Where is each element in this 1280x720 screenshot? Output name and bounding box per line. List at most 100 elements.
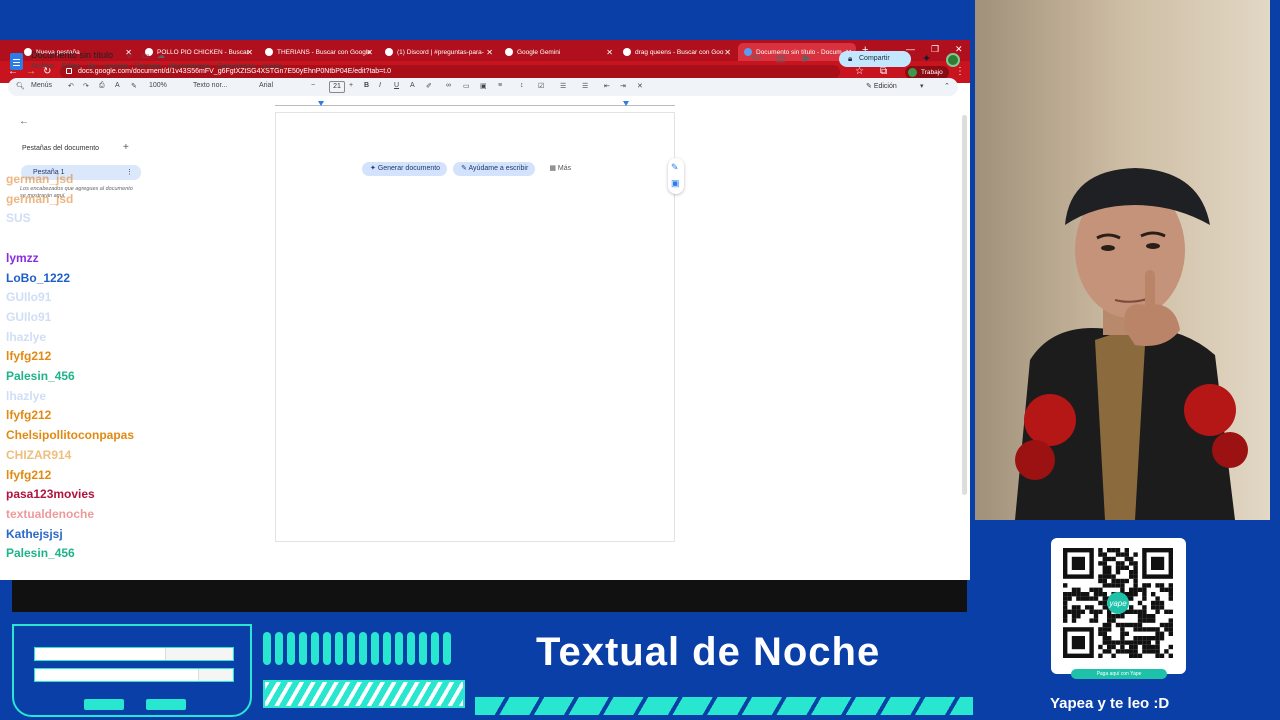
close-outline-icon[interactable]: ← <box>19 116 29 127</box>
increase-font-icon[interactable]: + <box>349 82 353 89</box>
chat-message: GUIlo91 <box>6 308 224 326</box>
grid-icon: ▦ <box>549 165 558 172</box>
close-tab-icon[interactable]: ✕ <box>366 48 373 57</box>
chat-message: GUIlo91 <box>6 288 147 306</box>
bottom-bar <box>12 580 967 612</box>
editing-mode-select[interactable]: ✎ Edición <box>866 82 897 90</box>
decor-bar <box>275 632 283 665</box>
spellcheck-icon[interactable]: A <box>115 82 120 89</box>
edit-icon[interactable]: ✎ <box>671 162 679 173</box>
qr-caption: Paga aquí con Yape <box>1071 669 1167 679</box>
chat-username: GUIlo91 <box>6 290 52 305</box>
menu-extensiones[interactable]: Extensiones <box>217 63 255 70</box>
numbered-list-icon[interactable]: ☰ <box>582 82 588 90</box>
move-folder-icon[interactable]: ▭ <box>142 51 150 60</box>
cloud-status-icon[interactable]: ☁ <box>157 51 165 60</box>
tab-discord[interactable]: (1) Discord | #preguntas-para- ✕ <box>379 43 497 61</box>
chat-text <box>83 370 171 382</box>
menu-formato[interactable]: Formato <box>135 63 161 70</box>
comment-icon[interactable]: ▭ <box>463 82 470 90</box>
italic-icon[interactable]: I <box>379 82 381 89</box>
gemini-icon[interactable]: ✦ <box>922 52 931 65</box>
close-tab-icon[interactable]: ✕ <box>724 48 731 57</box>
redo-icon[interactable]: ↷ <box>83 82 89 90</box>
highlight-icon[interactable]: ✐ <box>426 82 432 90</box>
menu-editar[interactable]: Editar <box>61 63 79 70</box>
checklist-icon[interactable]: ☑ <box>538 82 544 90</box>
chat-message: Palesin_456 <box>6 544 248 562</box>
bulleted-list-icon[interactable]: ☰ <box>560 82 566 90</box>
history-icon[interactable]: ⟲ <box>751 53 759 64</box>
close-tab-icon[interactable]: ✕ <box>606 48 613 57</box>
chat-text <box>47 252 135 264</box>
zoom-select[interactable]: 100% <box>149 82 167 89</box>
clear-format-icon[interactable]: ✕ <box>637 82 643 90</box>
ruler[interactable] <box>275 101 675 110</box>
menus-search[interactable]: Menús <box>31 82 52 89</box>
left-indent-marker[interactable] <box>318 101 324 106</box>
progress-bar-2 <box>34 668 234 682</box>
print-icon[interactable]: ⎙ <box>99 82 105 90</box>
increase-indent-icon[interactable]: ⇥ <box>620 82 626 90</box>
chat-message: LoBo_1222 <box>6 269 243 287</box>
tab-gemini[interactable]: Google Gemini ✕ <box>499 43 617 61</box>
bookmark-star-icon[interactable]: ☆ <box>855 66 864 77</box>
menu-ver[interactable]: Ver <box>87 63 98 70</box>
extensions-icon[interactable]: ⧉ <box>880 66 887 77</box>
tab-therians[interactable]: THERIANS - Buscar con Google ✕ <box>259 43 377 61</box>
align-icon[interactable]: ≡ <box>498 82 502 89</box>
underline-icon[interactable]: U <box>394 82 399 89</box>
share-button[interactable]: 🔒︎ Compartir <box>839 51 911 67</box>
chat-text <box>59 469 224 481</box>
comments-icon[interactable]: ▤ <box>776 53 785 64</box>
account-avatar[interactable] <box>946 53 960 67</box>
star-icon[interactable]: ☆ <box>126 51 133 60</box>
decor-stripe-band <box>475 697 973 715</box>
pencil-icon: ✎ <box>866 83 874 90</box>
undo-icon[interactable]: ↶ <box>68 82 74 90</box>
chat-username: lymzz <box>6 250 39 265</box>
maximize-icon[interactable]: ❐ <box>931 44 939 55</box>
style-select[interactable]: Texto nor... <box>193 82 227 89</box>
docs-logo-icon[interactable] <box>10 53 23 70</box>
qr-code-card[interactable]: yape <box>1051 538 1186 674</box>
add-tab-icon[interactable]: + <box>123 142 129 153</box>
discord-icon <box>385 48 393 56</box>
bold-icon[interactable]: B <box>364 82 369 89</box>
chat-message: german_jsd <box>6 190 246 208</box>
scrollbar[interactable] <box>962 115 967 495</box>
collapse-toolbar-icon[interactable]: ⌃ <box>944 82 950 90</box>
tab-drag-queens[interactable]: drag queens - Buscar con Goo ✕ <box>617 43 735 61</box>
menu-archivo[interactable]: Archivo <box>31 63 54 70</box>
chat-text <box>71 528 159 540</box>
paint-format-icon[interactable]: ✎ <box>131 82 137 90</box>
mode-dropdown-icon[interactable]: ▾ <box>920 82 924 90</box>
document-title[interactable]: Documento sin título <box>31 50 113 60</box>
right-indent-marker[interactable] <box>623 101 629 106</box>
meet-icon[interactable]: ▶ <box>803 53 811 64</box>
decor-bar <box>371 632 379 665</box>
image-icon[interactable]: ▣ <box>480 82 487 90</box>
search-icon[interactable]: 🔍︎ <box>16 82 25 90</box>
text-color-icon[interactable]: A <box>410 82 415 89</box>
generate-document-button[interactable]: ✦ Generar documento <box>362 162 448 176</box>
help-me-write-button[interactable]: ✎ Ayúdame a escribir <box>453 162 536 176</box>
font-select[interactable]: Arial <box>259 82 273 89</box>
image-add-icon[interactable]: ▣ <box>671 178 680 189</box>
browser-menu-icon[interactable]: ⋮ <box>955 66 965 77</box>
lock-icon: 🔒︎ <box>848 54 853 63</box>
close-tab-icon[interactable]: ✕ <box>486 48 493 57</box>
decrease-font-icon[interactable]: − <box>311 82 315 89</box>
decrease-indent-icon[interactable]: ⇤ <box>604 82 610 90</box>
menu-herramientas[interactable]: Herramientas <box>168 63 210 70</box>
close-tab-icon[interactable]: ✕ <box>246 48 253 57</box>
menu-insertar[interactable]: Insertar <box>104 63 128 70</box>
more-button[interactable]: ▦ Más <box>541 162 578 176</box>
decor-pill <box>84 699 124 710</box>
chat-message: lfyfg212 <box>6 347 224 365</box>
menu-ayuda[interactable]: Ayuda <box>262 63 282 70</box>
link-icon[interactable]: ∞ <box>446 82 451 89</box>
font-size-input[interactable]: 21 <box>329 81 345 93</box>
line-spacing-icon[interactable]: ↕ <box>520 82 524 89</box>
chat-text <box>54 390 219 402</box>
